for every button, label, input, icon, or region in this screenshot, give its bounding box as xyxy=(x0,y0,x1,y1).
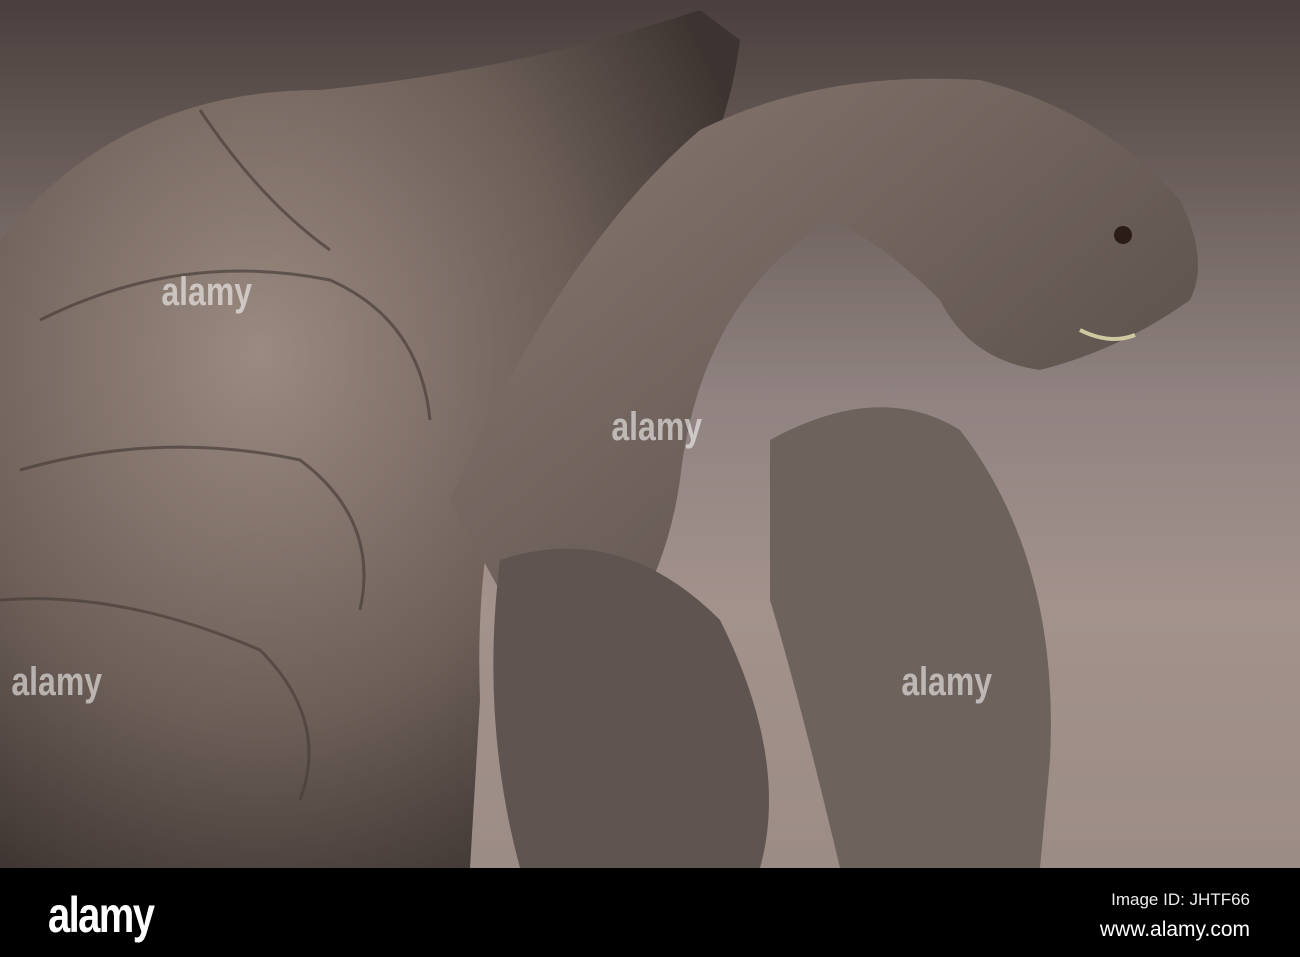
site-url: www.alamy.com xyxy=(1099,918,1250,941)
alamy-logo: alamy xyxy=(48,887,155,943)
watermark: alamy xyxy=(11,660,103,704)
front-leg xyxy=(770,407,1051,868)
foreleg-scales xyxy=(493,548,769,868)
watermark: alamy xyxy=(901,660,993,704)
watermark: alamy xyxy=(161,270,253,314)
footer-bar: alamy Image ID: JHTF66 www.alamy.com xyxy=(0,868,1300,957)
tortoise-photo: alamy alamy alamy alamy xyxy=(0,0,1300,868)
eye xyxy=(1114,226,1132,244)
image-id: Image ID: JHTF66 xyxy=(1111,890,1250,909)
watermark: alamy xyxy=(611,405,703,449)
